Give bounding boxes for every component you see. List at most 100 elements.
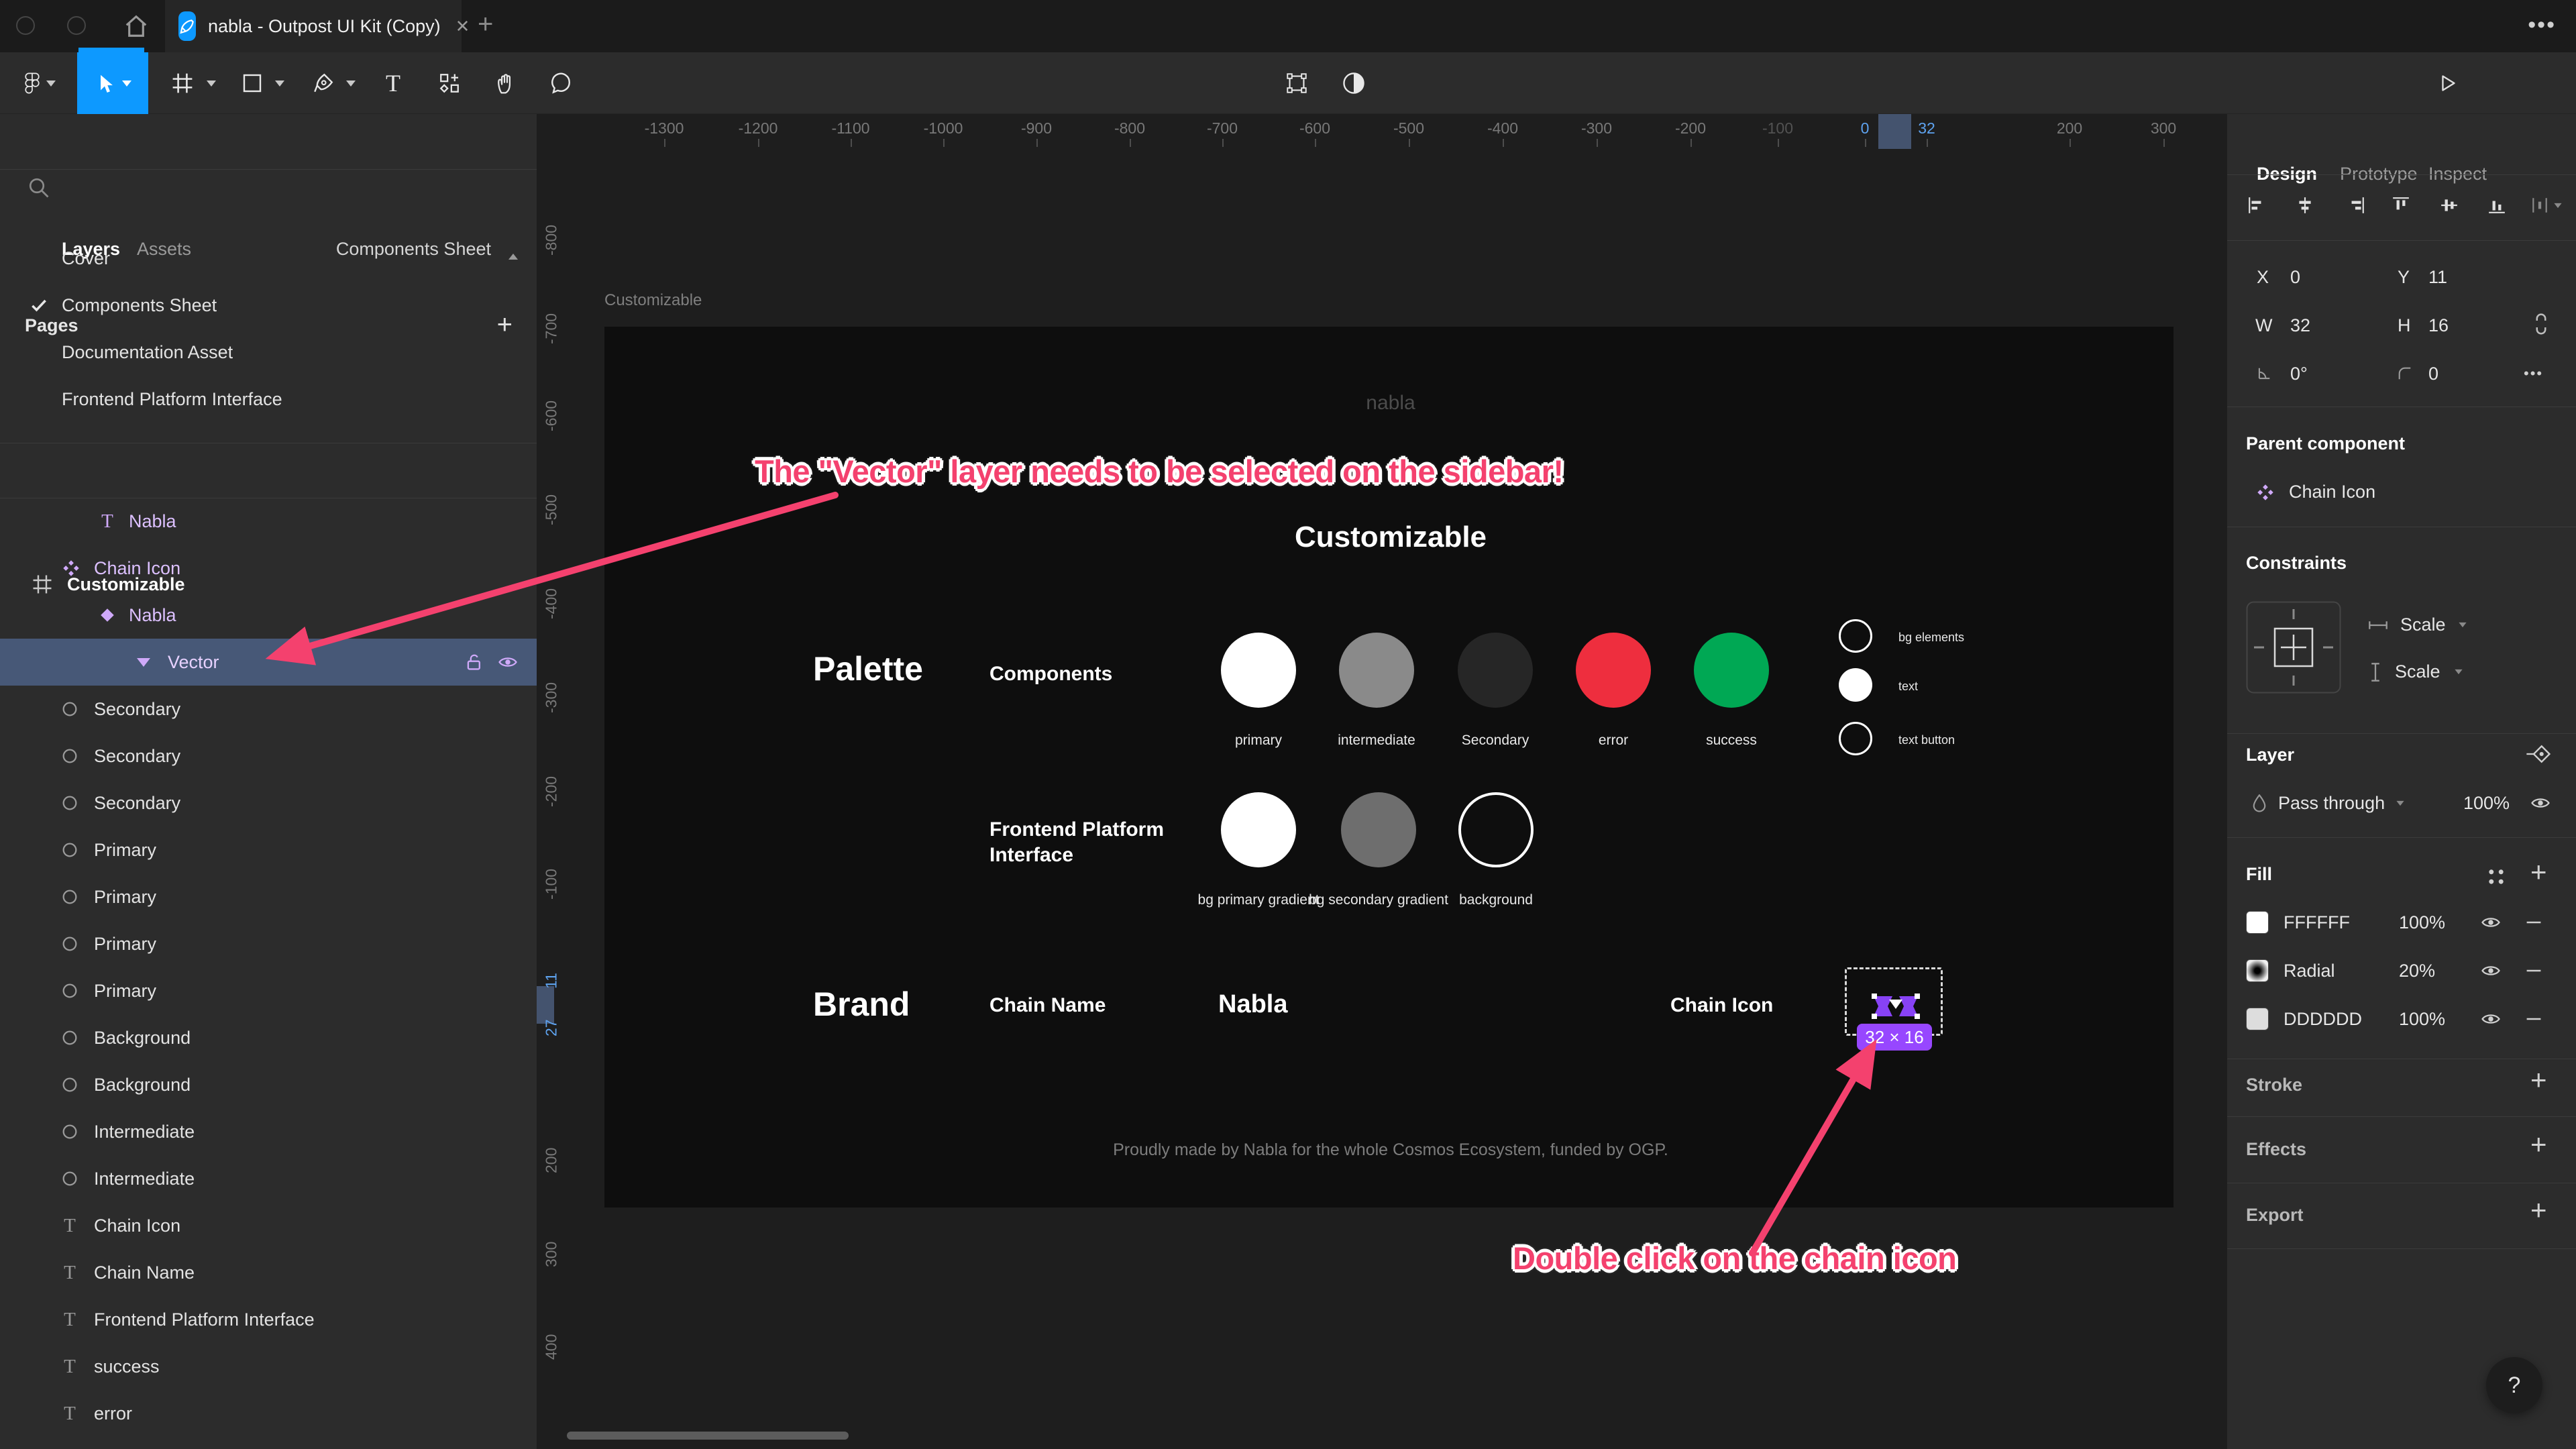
fill-row[interactable]: FFFFFF 100% [2246,911,2542,934]
resources-tool-button[interactable] [429,52,470,114]
styles-icon[interactable] [2487,868,2505,885]
frame-tool-button[interactable] [164,52,201,114]
page-item-cover[interactable]: Cover [0,235,537,282]
constrain-proportions-icon[interactable] [2534,313,2548,335]
home-button[interactable] [123,13,149,39]
mask-button[interactable] [1335,52,1373,114]
add-fill-button[interactable]: + [2530,856,2547,888]
horizontal-constraint-select[interactable]: Scale [2368,614,2467,635]
layer-row-success-text[interactable]: Tsuccess [0,1343,537,1390]
swatch-background[interactable] [1458,792,1534,867]
parent-component-row[interactable]: Chain Icon [2257,482,2375,502]
swatch-bg-elements[interactable] [1839,619,1872,653]
frame-tool-chevron[interactable] [201,52,221,114]
swatch-primary[interactable] [1221,633,1296,708]
fill-swatch[interactable] [2246,1008,2269,1030]
fill-name[interactable]: DDDDDD [2284,1009,2384,1030]
swatch-success[interactable] [1694,633,1769,708]
expand-caret-icon[interactable] [131,650,156,674]
pen-tool-button[interactable] [303,52,343,114]
swatch-error[interactable] [1576,633,1651,708]
help-button[interactable]: ? [2486,1357,2542,1413]
frame-name-label[interactable]: Customizable [604,291,702,310]
fill-opacity[interactable]: 100% [2399,1009,2466,1030]
fill-swatch[interactable] [2246,911,2269,934]
fill-row[interactable]: DDDDDD 100% [2246,1008,2542,1030]
constraints-widget[interactable] [2246,601,2341,694]
align-horizontal-center-icon[interactable] [2296,196,2314,215]
comment-tool-button[interactable] [541,52,581,114]
layer-row-intermediate[interactable]: Intermediate [0,1108,537,1155]
distribute-icon[interactable] [2530,196,2563,215]
layer-row-secondary[interactable]: Secondary [0,733,537,780]
tab-close-icon[interactable]: ✕ [455,16,470,37]
hand-tool-button[interactable] [486,52,526,114]
remove-fill-icon[interactable] [2525,914,2542,931]
layer-opacity-value[interactable]: 100% [2463,793,2510,814]
align-vertical-center-icon[interactable] [2440,196,2459,215]
layer-row-background[interactable]: Background [0,1014,537,1061]
eye-icon[interactable] [2530,796,2551,810]
pen-tool-chevron[interactable] [341,52,361,114]
add-stroke-button[interactable]: + [2530,1064,2547,1096]
present-button[interactable] [2427,52,2467,114]
corner-radius-value[interactable]: 0 [2428,364,2438,384]
fill-swatch[interactable] [2246,959,2269,982]
fill-name[interactable]: FFFFFF [2284,912,2384,933]
eye-icon[interactable] [2481,1012,2501,1026]
layer-row-nabla-text[interactable]: T Nabla [0,498,537,545]
align-left-icon[interactable] [2247,196,2266,215]
window-control-icon[interactable] [16,16,35,35]
eye-icon[interactable] [498,655,518,669]
layer-row-intermediate[interactable]: Intermediate [0,1155,537,1202]
align-top-icon[interactable] [2392,196,2410,215]
h-value[interactable]: 16 [2428,315,2449,336]
edit-object-button[interactable] [1278,52,1316,114]
fill-row[interactable]: Radial 20% [2246,959,2542,982]
w-value[interactable]: 32 [2290,315,2310,336]
layer-row-primary[interactable]: Primary [0,826,537,873]
y-value[interactable]: 11 [2428,267,2447,288]
layer-row-error-text[interactable]: Terror [0,1390,537,1437]
layer-row-fpi-text[interactable]: T Frontend Platform Interface [0,1296,537,1343]
layer-row-primary[interactable]: Primary [0,967,537,1014]
main-menu-button[interactable] [13,52,67,114]
layer-row-primary[interactable]: Primary [0,873,537,920]
move-tool-button[interactable] [77,52,148,114]
blend-mode-select[interactable]: Pass through [2251,793,2405,814]
more-options-icon[interactable]: ••• [2524,365,2543,382]
fill-opacity[interactable]: 20% [2399,961,2466,981]
layer-row-chain-name-text[interactable]: T Chain Name [0,1249,537,1296]
layer-row-secondary[interactable]: Secondary [0,686,537,733]
swatch-text-button[interactable] [1839,722,1872,755]
remove-fill-icon[interactable] [2525,962,2542,979]
page-item-documentation-asset[interactable]: Documentation Asset [0,329,537,376]
rotation-value[interactable]: 0° [2290,364,2308,384]
eye-icon[interactable] [2481,915,2501,930]
page-item-frontend-platform-interface[interactable]: Frontend Platform Interface [0,376,537,423]
text-tool-button[interactable]: T [374,52,412,114]
layer-row-chain-icon-component[interactable]: Chain Icon [0,545,537,592]
window-control-icon[interactable] [67,16,86,35]
layer-row-chain-icon-text[interactable]: T Chain Icon [0,1202,537,1249]
vertical-constraint-select[interactable]: Scale [2369,661,2463,682]
layer-row-primary[interactable]: Primary [0,920,537,967]
new-tab-button[interactable]: + [478,9,493,40]
layer-row-background[interactable]: Background [0,1061,537,1108]
horizontal-scrollbar[interactable] [567,1432,849,1440]
layer-row-nabla-instance[interactable]: Nabla [0,592,537,639]
page-item-components-sheet[interactable]: Components Sheet [0,282,537,329]
window-menu-icon[interactable]: ••• [2528,12,2556,38]
fill-name[interactable]: Radial [2284,961,2384,981]
fill-opacity[interactable]: 100% [2399,912,2466,933]
add-effect-button[interactable]: + [2530,1128,2547,1161]
document-tab[interactable]: nabla - Outpost UI Kit (Copy) ✕ [165,0,470,52]
layer-row-secondary[interactable]: Secondary [0,780,537,826]
remove-fill-icon[interactable] [2525,1010,2542,1028]
unlock-icon[interactable] [466,652,483,672]
chain-icon-vector[interactable] [1870,990,1922,1022]
align-bottom-icon[interactable] [2487,196,2506,215]
swatch-text[interactable] [1839,668,1872,702]
align-right-icon[interactable] [2347,196,2365,215]
search-icon[interactable] [27,176,51,200]
